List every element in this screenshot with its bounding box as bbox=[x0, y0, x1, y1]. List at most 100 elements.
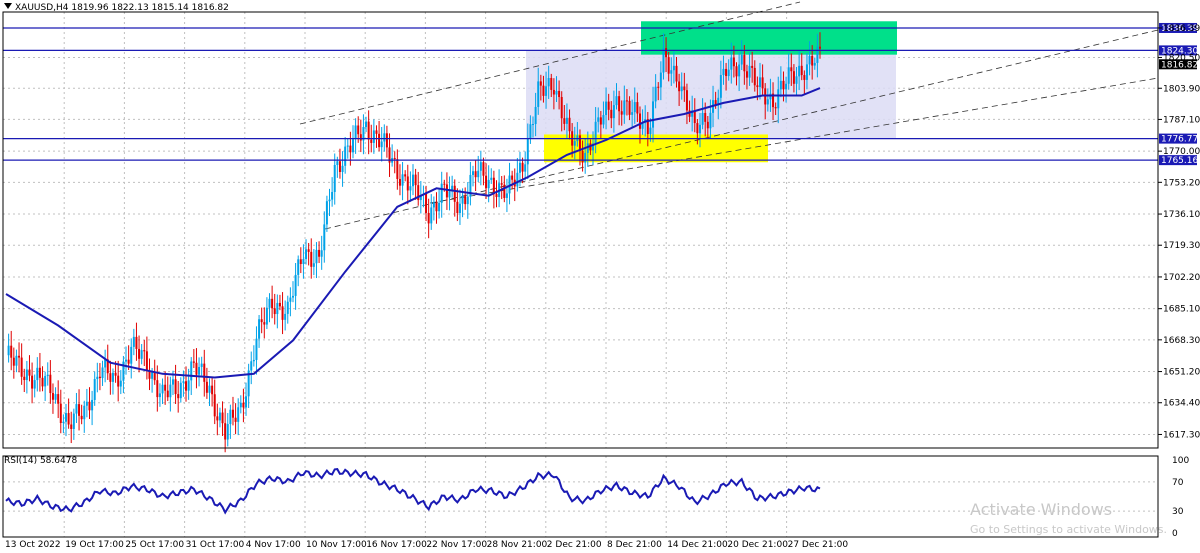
candle-body bbox=[286, 301, 289, 314]
candle-body bbox=[325, 201, 328, 225]
candle-body bbox=[250, 361, 253, 371]
candle-body bbox=[597, 117, 600, 122]
candle-body bbox=[398, 178, 401, 186]
candle-body bbox=[132, 336, 135, 347]
candle-body bbox=[98, 376, 101, 379]
x-tick-label: 10 Nov 17:00 bbox=[306, 540, 367, 550]
candle-body bbox=[680, 86, 683, 92]
candle-body bbox=[550, 78, 553, 90]
candle-body bbox=[492, 177, 495, 195]
candle-body bbox=[482, 162, 485, 176]
candle-body bbox=[234, 417, 237, 422]
candle-body bbox=[696, 123, 699, 134]
x-tick-label: 31 Oct 17:00 bbox=[186, 540, 245, 550]
candle-body bbox=[252, 359, 255, 362]
candle-body bbox=[725, 68, 728, 77]
candle-body bbox=[761, 77, 764, 89]
price-tick-label: 1803.90 bbox=[1163, 84, 1200, 94]
candle-body bbox=[237, 407, 240, 422]
candle-body bbox=[529, 124, 532, 139]
price-tick-label: 1736.10 bbox=[1163, 210, 1200, 220]
candle-body bbox=[114, 372, 117, 376]
candle-body bbox=[487, 179, 490, 189]
candle-body bbox=[401, 174, 404, 186]
candle-body bbox=[448, 191, 451, 198]
candle-body bbox=[164, 384, 167, 391]
candle-body bbox=[130, 346, 133, 364]
candle-body bbox=[70, 424, 73, 429]
candle-body bbox=[565, 117, 568, 124]
price-tick-label: 1651.20 bbox=[1163, 368, 1200, 378]
x-tick-label: 8 Dec 21:00 bbox=[607, 540, 662, 550]
candle-body bbox=[23, 376, 26, 381]
candle-body bbox=[177, 394, 180, 399]
candle-body bbox=[521, 162, 524, 172]
candle-body bbox=[414, 174, 417, 186]
candle-body bbox=[657, 86, 660, 88]
candle-body bbox=[375, 130, 378, 134]
rsi-level-label: 0 bbox=[1172, 529, 1178, 539]
candle-body bbox=[745, 71, 748, 78]
level-tag-label: 1776.77 bbox=[1161, 135, 1198, 145]
x-tick-label: 16 Nov 17:00 bbox=[366, 540, 427, 550]
candle-body bbox=[628, 100, 631, 115]
candle-body bbox=[171, 379, 174, 385]
candle-body bbox=[151, 371, 154, 379]
candle-body bbox=[213, 394, 216, 417]
candle-body bbox=[511, 175, 514, 180]
candle-body bbox=[537, 81, 540, 107]
candle-body bbox=[678, 81, 681, 92]
candle-body bbox=[709, 112, 712, 129]
candle-body bbox=[218, 412, 221, 421]
candle-body bbox=[698, 124, 701, 134]
candle-body bbox=[67, 413, 70, 425]
zones bbox=[526, 21, 897, 163]
candle-body bbox=[649, 127, 652, 135]
price-chart[interactable]: 1836.391824.301776.771765.161816.82 1007… bbox=[0, 0, 1200, 553]
candle-body bbox=[135, 336, 138, 349]
candle-body bbox=[33, 380, 36, 389]
candle-body bbox=[479, 162, 482, 171]
candle-body bbox=[273, 308, 276, 315]
candle-body bbox=[359, 134, 362, 141]
candle-body bbox=[792, 71, 795, 84]
candle-body bbox=[357, 125, 360, 135]
candle-body bbox=[185, 381, 188, 391]
candle-body bbox=[145, 351, 148, 371]
candle-body bbox=[490, 177, 493, 180]
candle-body bbox=[552, 89, 555, 95]
candle-body bbox=[618, 96, 621, 112]
candle-body bbox=[117, 375, 120, 387]
candle-body bbox=[516, 172, 519, 187]
candle-body bbox=[109, 373, 112, 382]
candle-body bbox=[730, 57, 733, 70]
candle-body bbox=[412, 174, 414, 187]
candle-body bbox=[738, 64, 741, 77]
candle-body bbox=[20, 357, 23, 377]
price-tick-label: 1685.10 bbox=[1163, 305, 1200, 315]
candle-body bbox=[740, 54, 743, 65]
candle-body bbox=[790, 67, 793, 72]
candle-body bbox=[578, 135, 581, 151]
candle-body bbox=[80, 415, 83, 420]
candle-body bbox=[573, 141, 576, 146]
candle-body bbox=[461, 196, 464, 204]
candle-body bbox=[612, 105, 615, 119]
candle-body bbox=[485, 175, 488, 189]
candle-body bbox=[782, 80, 785, 90]
candle-body bbox=[46, 374, 49, 377]
candle-body bbox=[704, 112, 707, 122]
x-tick-label: 2 Dec 21:00 bbox=[547, 540, 602, 550]
price-tick-label: 1719.30 bbox=[1163, 241, 1200, 251]
candle-body bbox=[518, 162, 521, 173]
candle-body bbox=[620, 111, 623, 115]
candle-body bbox=[85, 401, 88, 406]
candle-body bbox=[299, 259, 302, 265]
candle-body bbox=[75, 404, 78, 414]
price-tick-label: 1836.39 bbox=[1163, 24, 1200, 34]
candle-body bbox=[10, 345, 13, 358]
candle-body bbox=[524, 164, 527, 172]
x-tick-label: 19 Oct 17:00 bbox=[65, 540, 124, 550]
candle-body bbox=[278, 302, 281, 307]
rsi-level-label: 30 bbox=[1172, 507, 1184, 517]
